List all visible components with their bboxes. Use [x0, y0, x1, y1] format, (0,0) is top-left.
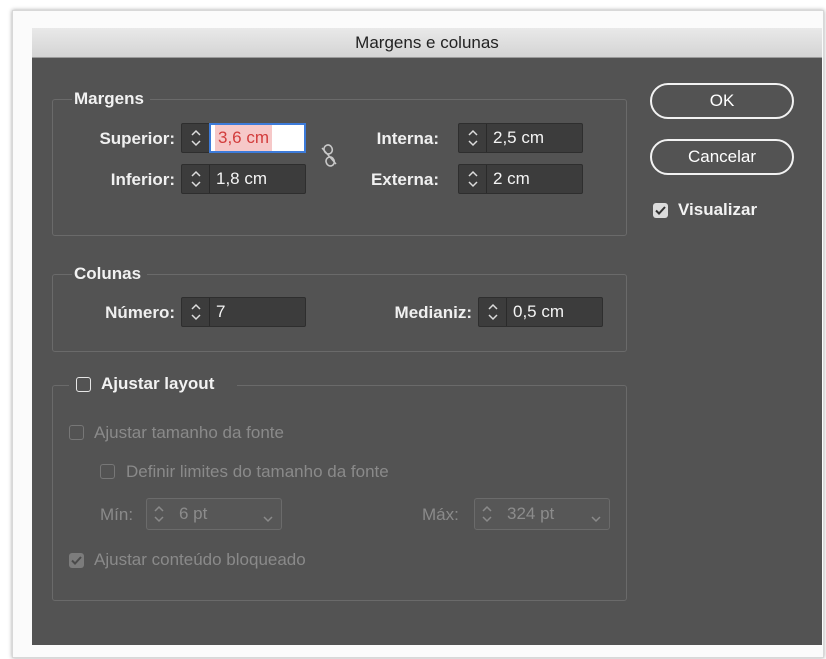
chain-link-icon[interactable]	[318, 143, 340, 169]
chevron-down-icon	[591, 510, 601, 528]
max-size-label: Máx:	[422, 505, 459, 524]
adjust-locked-content-label: Ajustar conteúdo bloqueado	[94, 550, 306, 569]
inside-margin-field[interactable]: 2,5 cm	[458, 123, 583, 153]
max-size-value: 324 pt	[507, 504, 555, 523]
min-size-dropdown[interactable]: 6 pt	[146, 498, 282, 530]
column-number-field[interactable]: 7	[181, 297, 306, 327]
columns-legend: Colunas	[72, 264, 148, 284]
top-margin-input[interactable]: 3,6 cm	[209, 123, 306, 153]
margins-legend: Margens	[72, 89, 150, 109]
adjust-font-size-checkbox[interactable]	[69, 425, 84, 440]
ok-button[interactable]: OK	[650, 83, 794, 119]
stepper-icon[interactable]	[459, 165, 487, 193]
gutter-value[interactable]: 0,5 cm	[513, 298, 564, 326]
gutter-label: Medianiz:	[394, 303, 472, 322]
top-margin-label: Superior:	[99, 129, 175, 148]
adjust-locked-content-checkbox[interactable]	[69, 553, 84, 568]
outside-margin-value[interactable]: 2 cm	[493, 165, 530, 193]
chevron-down-icon	[263, 510, 273, 528]
top-margin-field[interactable]: 3,6 cm	[181, 123, 306, 153]
preview-checkbox[interactable]	[653, 203, 668, 218]
adjust-layout-checkbox[interactable]	[76, 377, 91, 392]
preview-label: Visualizar	[678, 200, 758, 219]
checkmark-icon	[71, 556, 82, 565]
max-size-dropdown[interactable]: 324 pt	[474, 498, 610, 530]
outside-margin-field[interactable]: 2 cm	[458, 164, 583, 194]
stepper-icon[interactable]	[182, 124, 210, 152]
margins-columns-dialog: Margens e colunas Margens Superior: 3,6 …	[32, 28, 822, 645]
checkmark-icon	[655, 206, 666, 215]
inside-margin-label: Interna:	[376, 129, 439, 148]
column-number-label: Número:	[105, 303, 175, 322]
stepper-icon[interactable]	[182, 165, 210, 193]
stepper-icon[interactable]	[153, 504, 165, 529]
column-number-value[interactable]: 7	[216, 298, 225, 326]
adjust-font-size-label: Ajustar tamanho da fonte	[94, 423, 284, 442]
dialog-title: Margens e colunas	[32, 28, 822, 58]
stepper-icon[interactable]	[459, 124, 487, 152]
adjust-layout-label: Ajustar layout	[101, 374, 215, 393]
stepper-icon[interactable]	[479, 298, 507, 326]
font-size-limits-label: Definir limites do tamanho da fonte	[126, 462, 389, 481]
inside-margin-value[interactable]: 2,5 cm	[493, 124, 544, 152]
gutter-field[interactable]: 0,5 cm	[478, 297, 603, 327]
stepper-icon[interactable]	[182, 298, 210, 326]
top-margin-value: 3,6 cm	[215, 125, 273, 151]
stepper-icon[interactable]	[481, 504, 493, 529]
bottom-margin-field[interactable]: 1,8 cm	[181, 164, 306, 194]
bottom-margin-value[interactable]: 1,8 cm	[216, 165, 267, 193]
min-size-label: Mín:	[100, 505, 134, 524]
font-size-limits-checkbox[interactable]	[100, 464, 115, 479]
bottom-margin-label: Inferior:	[110, 170, 175, 189]
cancel-button[interactable]: Cancelar	[650, 139, 794, 175]
min-size-value: 6 pt	[179, 504, 208, 523]
outside-margin-label: Externa:	[370, 170, 439, 189]
